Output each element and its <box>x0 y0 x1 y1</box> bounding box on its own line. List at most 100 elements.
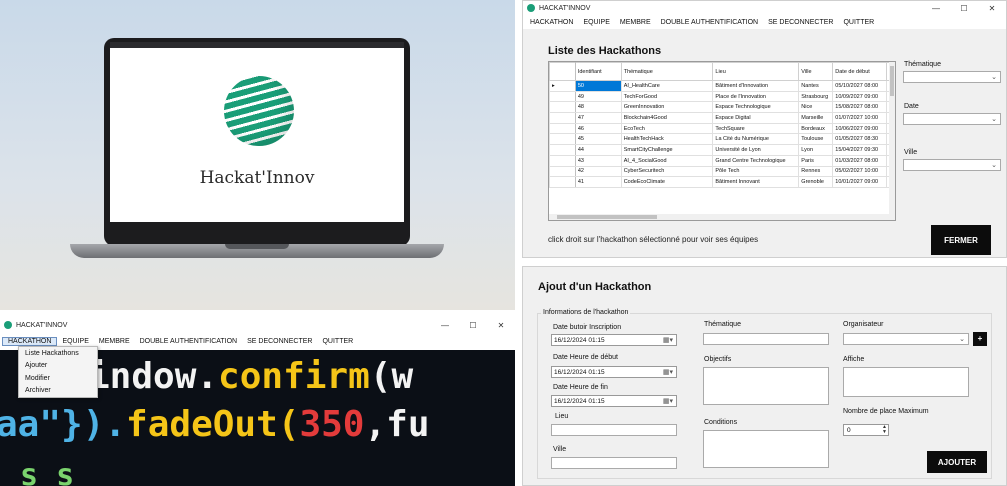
menu-quitter[interactable]: QUITTER <box>838 19 879 26</box>
table-cell[interactable]: Toulouse <box>798 133 834 146</box>
table-cell[interactable]: 01/05/2027 08:30 <box>832 133 888 146</box>
filter-date-select[interactable]: ⌄ <box>903 113 1001 125</box>
table-cell[interactable]: 10/06/2027 09:00 <box>832 122 888 135</box>
table-cell[interactable]: 49 <box>574 90 622 103</box>
table-cell[interactable]: Rennes <box>798 165 834 178</box>
table-cell[interactable]: 46 <box>574 122 622 135</box>
hackathons-grid[interactable]: Identifiant Thématique Lieu Ville Date d… <box>548 61 896 221</box>
row-header[interactable] <box>549 144 576 156</box>
table-row[interactable]: 47 Blockchain4Good Espace Digital Marseille… <box>549 112 895 124</box>
table-cell[interactable]: 10/01/2027 09:00 <box>832 176 888 188</box>
close-button[interactable]: FERMER <box>931 225 991 255</box>
date-debut-picker[interactable]: 16/12/2024 01:15 ▦▾ <box>551 366 677 378</box>
col-thematique[interactable]: Thématique <box>620 62 714 81</box>
table-cell[interactable]: 10/09/2027 09:00 <box>832 90 888 103</box>
menu-membre[interactable]: MEMBRE <box>94 338 135 345</box>
maximize-icon[interactable]: ☐ <box>950 4 978 13</box>
ville-input[interactable] <box>551 457 677 469</box>
table-cell[interactable]: Bâtiment Innovant <box>712 176 800 188</box>
menu-deconnecter[interactable]: SE DECONNECTER <box>242 338 317 345</box>
calendar-icon[interactable]: ▦▾ <box>663 367 673 378</box>
add-button[interactable]: AJOUTER <box>927 451 987 473</box>
filter-ville-select[interactable]: ⌄ <box>903 159 1001 171</box>
table-cell[interactable]: AI_HealthCare <box>620 80 714 92</box>
menu-item-liste-hackathons[interactable]: Liste Hackathons <box>19 347 97 360</box>
table-cell[interactable]: 01/03/2027 08:00 <box>832 154 888 167</box>
table-cell[interactable]: Marseille <box>798 112 834 124</box>
thematique-input[interactable] <box>703 333 829 345</box>
table-cell[interactable]: CyberSecuritech <box>620 165 714 178</box>
table-cell[interactable]: 42 <box>574 165 622 178</box>
minimize-icon[interactable]: — <box>431 321 459 330</box>
lieu-input[interactable] <box>551 424 677 436</box>
table-cell[interactable]: TechSquare <box>712 122 800 135</box>
table-row[interactable]: 49 TechForGood Place de l'Innovation Strasb… <box>549 90 895 103</box>
menu-equipe[interactable]: EQUIPE <box>578 19 614 26</box>
table-cell[interactable]: Bâtiment d'Innovation <box>712 80 800 92</box>
menu-item-ajouter[interactable]: Ajouter <box>19 360 97 373</box>
row-header[interactable] <box>549 90 576 103</box>
table-cell[interactable]: 15/04/2027 09:30 <box>832 144 888 156</box>
menu-item-archiver[interactable]: Archiver <box>19 385 97 398</box>
add-organisateur-button[interactable]: + <box>973 332 987 346</box>
table-cell[interactable]: 44 <box>574 144 622 156</box>
table-cell[interactable]: 50 <box>574 80 622 92</box>
table-cell[interactable]: Espace Technologique <box>712 101 800 114</box>
table-cell[interactable]: Nantes <box>798 80 834 92</box>
table-cell[interactable]: 01/07/2027 10:00 <box>832 112 888 124</box>
affiche-box[interactable] <box>843 367 969 397</box>
table-cell[interactable]: EcoTech <box>620 122 714 135</box>
table-cell[interactable]: 15/08/2027 08:00 <box>832 101 888 114</box>
col-date-debut[interactable]: Date de début <box>832 62 888 81</box>
table-row[interactable]: 44 SmartCityChallenge Université de Lyon Ly… <box>549 144 895 156</box>
row-header[interactable] <box>549 154 576 167</box>
organisateur-select[interactable]: ⌄ <box>843 333 969 345</box>
table-cell[interactable]: 41 <box>574 176 622 188</box>
table-cell[interactable]: Blockchain4Good <box>620 112 714 124</box>
table-row[interactable]: 41 CodeEcoClimate Bâtiment Innovant Grenobl… <box>549 176 895 188</box>
table-row[interactable]: 46 EcoTech TechSquare Bordeaux 10/06/2027 09… <box>549 122 895 135</box>
table-cell[interactable]: AI_4_SocialGood <box>620 154 714 167</box>
table-cell[interactable]: Pôle Tech <box>712 165 800 178</box>
col-lieu[interactable]: Lieu <box>712 62 800 81</box>
table-cell[interactable]: Strasbourg <box>798 90 834 103</box>
row-header[interactable] <box>549 101 576 114</box>
table-cell[interactable]: Lyon <box>798 144 834 156</box>
table-cell[interactable]: Paris <box>798 154 834 167</box>
table-row[interactable]: 48 GreenInnovation Espace Technologique Nic… <box>549 101 895 114</box>
vertical-scroll-thumb[interactable] <box>890 66 894 96</box>
row-header[interactable] <box>549 122 576 135</box>
row-header[interactable] <box>549 112 576 124</box>
table-row[interactable]: ▸ 50 AI_HealthCare Bâtiment d'Innovation Nan… <box>549 80 895 92</box>
table-cell[interactable]: 43 <box>574 154 622 167</box>
row-header[interactable]: ▸ <box>549 80 576 92</box>
col-ville[interactable]: Ville <box>798 62 834 81</box>
table-cell[interactable]: 05/10/2027 08:00 <box>832 80 888 92</box>
table-cell[interactable]: 48 <box>574 101 622 114</box>
maximize-icon[interactable]: ☐ <box>459 321 487 330</box>
table-cell[interactable]: 05/02/2027 10:00 <box>832 165 888 178</box>
table-cell[interactable]: Place de l'Innovation <box>712 90 800 103</box>
menu-item-modifier[interactable]: Modifier <box>19 372 97 385</box>
filter-thematique-select[interactable]: ⌄ <box>903 71 1001 83</box>
row-header[interactable] <box>549 133 576 146</box>
menu-double-auth[interactable]: DOUBLE AUTHENTIFICATION <box>656 19 764 26</box>
table-row[interactable]: 42 CyberSecuritech Pôle Tech Rennes 05/02/20… <box>549 165 895 178</box>
row-header[interactable] <box>549 165 576 178</box>
table-cell[interactable]: GreenInnovation <box>620 101 714 114</box>
minimize-icon[interactable]: — <box>922 4 950 13</box>
table-cell[interactable]: 47 <box>574 112 622 124</box>
objectifs-textarea[interactable] <box>703 367 829 405</box>
menu-deconnecter[interactable]: SE DECONNECTER <box>763 19 838 26</box>
date-butoir-picker[interactable]: 16/12/2024 01:15 ▦▾ <box>551 334 677 346</box>
table-cell[interactable]: Nice <box>798 101 834 114</box>
menu-membre[interactable]: MEMBRE <box>615 19 656 26</box>
calendar-icon[interactable]: ▦▾ <box>663 396 673 407</box>
spin-arrows-icon[interactable]: ▲ ▼ <box>882 425 887 435</box>
table-cell[interactable]: TechForGood <box>620 90 714 103</box>
date-fin-picker[interactable]: 16/12/2024 01:15 ▦▾ <box>551 395 677 407</box>
row-header[interactable] <box>549 176 576 188</box>
close-icon[interactable]: ✕ <box>487 321 515 330</box>
table-cell[interactable]: SmartCityChallenge <box>620 144 714 156</box>
close-icon[interactable]: ✕ <box>978 4 1006 13</box>
